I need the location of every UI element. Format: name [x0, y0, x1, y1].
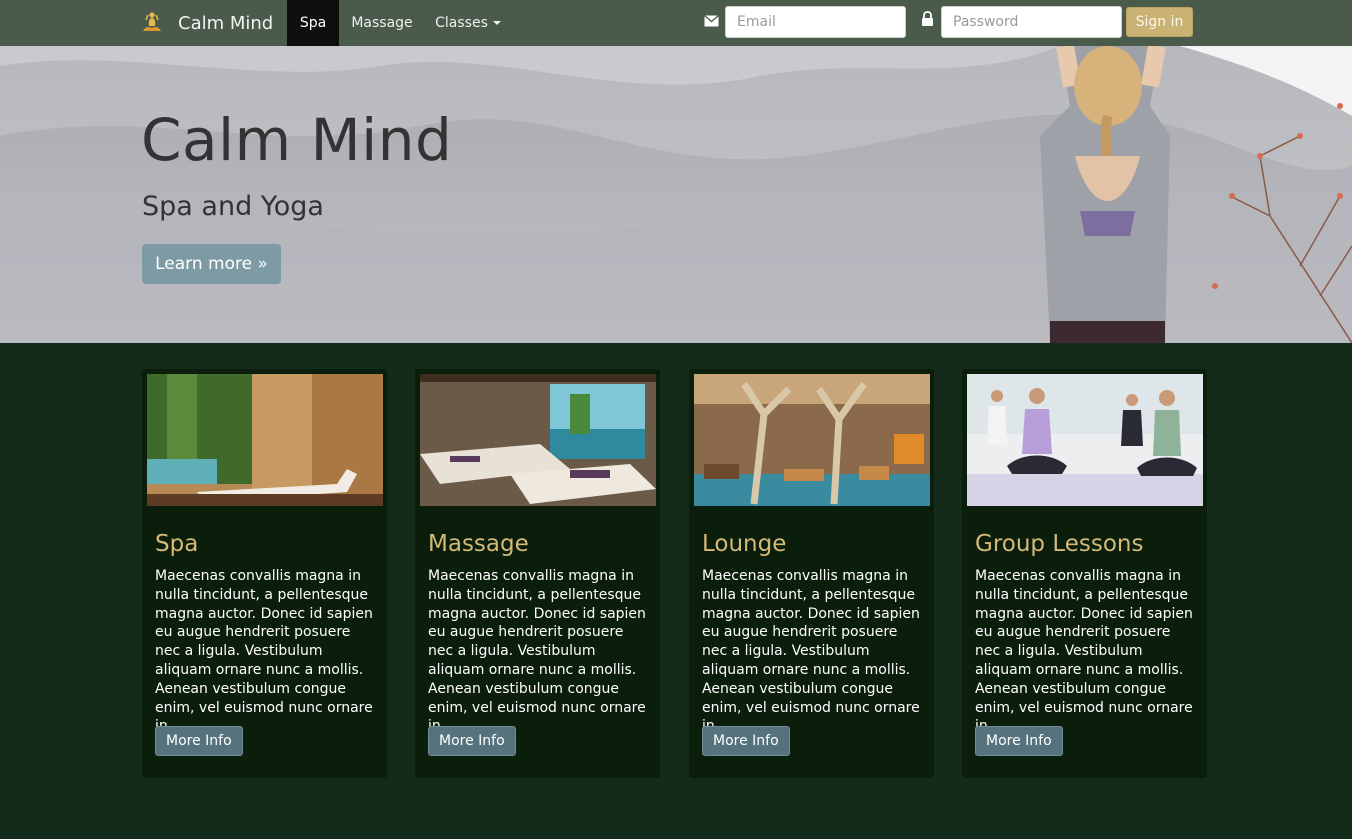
card-text: Maecenas convallis magna in nulla tincid…: [975, 568, 1193, 734]
card-lounge: Lounge Maecenas convallis magna in nulla…: [689, 369, 934, 778]
nav-item-spa[interactable]: Spa: [287, 0, 339, 46]
password-input[interactable]: [941, 6, 1122, 38]
nav-item-classes-dropdown[interactable]: Classes: [425, 0, 511, 46]
top-navbar: Calm Mind Spa Massage Classes Sign in: [0, 0, 1352, 46]
card-title: Spa: [155, 531, 199, 557]
more-info-button-lounge[interactable]: More Info: [702, 726, 790, 756]
card-group-lessons: Group Lessons Maecenas convallis magna i…: [962, 369, 1207, 778]
card-image-lounge: [694, 374, 930, 506]
nav-item-massage[interactable]: Massage: [341, 0, 423, 46]
card-text: Maecenas convallis magna in nulla tincid…: [428, 568, 646, 734]
card-image-spa: [147, 374, 383, 506]
brand-name: Calm Mind: [178, 12, 274, 34]
card-text: Maecenas convallis magna in nulla tincid…: [155, 568, 373, 734]
card-text: Maecenas convallis magna in nulla tincid…: [702, 568, 920, 734]
lock-icon: [921, 11, 934, 30]
card-title: Massage: [428, 531, 529, 557]
hero-subtitle: Spa and Yoga: [142, 191, 324, 222]
email-input[interactable]: [725, 6, 906, 38]
card-massage: Massage Maecenas convallis magna in null…: [415, 369, 660, 778]
hero-title: Calm Mind: [141, 106, 453, 174]
card-title: Lounge: [702, 531, 787, 557]
meditation-figure-icon: [140, 11, 164, 35]
sign-in-button[interactable]: Sign in: [1126, 7, 1193, 37]
learn-more-button[interactable]: Learn more »: [142, 244, 281, 284]
more-info-button-group-lessons[interactable]: More Info: [975, 726, 1063, 756]
card-image-group-lessons: [967, 374, 1203, 506]
brand-link[interactable]: Calm Mind: [140, 0, 273, 46]
hero-banner: Calm Mind Spa and Yoga Learn more »: [0, 46, 1352, 343]
envelope-icon: [704, 12, 719, 31]
card-image-massage: [420, 374, 656, 506]
caret-down-icon: [492, 21, 501, 25]
card-title: Group Lessons: [975, 531, 1144, 557]
card-spa: Spa Maecenas convallis magna in nulla ti…: [142, 369, 387, 778]
more-info-button-massage[interactable]: More Info: [428, 726, 516, 756]
nav-item-classes-label: Classes: [435, 15, 488, 31]
more-info-button-spa[interactable]: More Info: [155, 726, 243, 756]
